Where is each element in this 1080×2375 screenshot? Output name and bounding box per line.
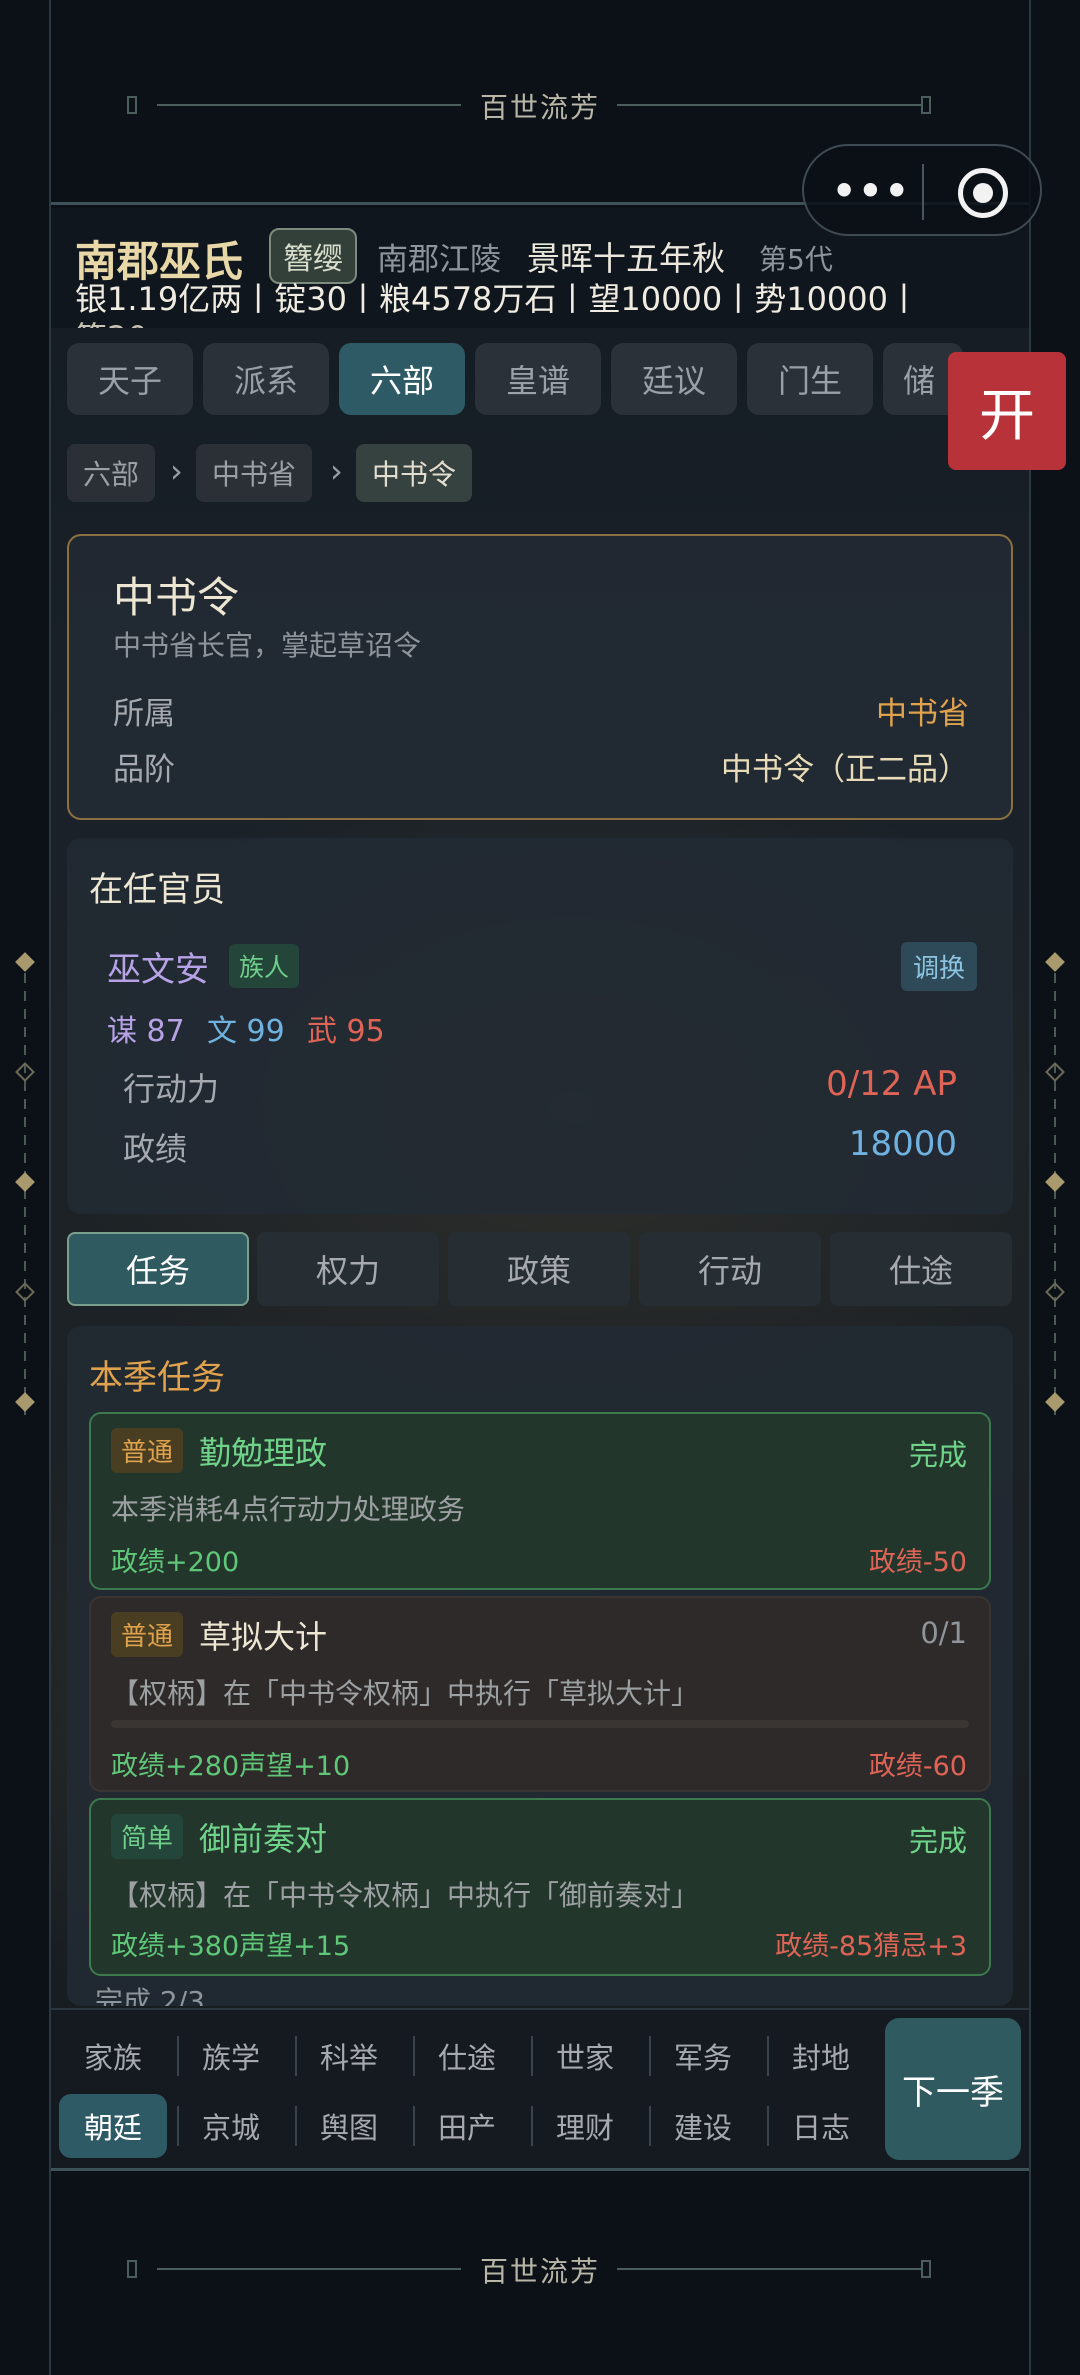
- stat-literary: 文 99: [207, 1014, 285, 1049]
- quest-item[interactable]: 简单 御前奏对 完成 【权柄】在「中书令权柄」中执行「御前奏对」 政绩+380声…: [89, 1798, 991, 1976]
- nav-log[interactable]: 日志: [767, 2094, 875, 2158]
- nav-clans[interactable]: 世家: [531, 2024, 639, 2088]
- clan-member-tag: 族人: [229, 944, 300, 988]
- office-name: 中书令: [113, 573, 240, 622]
- close-target-icon[interactable]: [958, 168, 1008, 218]
- subtab-policy[interactable]: 政策: [448, 1232, 630, 1306]
- breadcrumb-separator: ›: [170, 452, 183, 490]
- bottom-nav: 家族 族学 科举 仕途 世家 军务 封地 朝廷 京城 舆图 田产 理财 建设 日…: [51, 2008, 1029, 2168]
- quests-panel: 本季任务 普通 勤勉理政 完成 本季消耗4点行动力处理政务 政绩+200 政绩-…: [67, 1326, 1013, 2006]
- resource-bar-overflow: 策20: [75, 313, 148, 328]
- subtab-career[interactable]: 仕途: [830, 1232, 1012, 1306]
- tab-liubu[interactable]: 六部: [339, 343, 465, 415]
- officials-card: 在任官员 巫文安 族人 调换 谋 87 文 99 武 95 行动力 0/12 A…: [67, 838, 1013, 1214]
- quest-penalty: 政绩-60: [868, 1751, 967, 1782]
- quest-penalty: 政绩-85猜忌+3: [775, 1931, 967, 1962]
- ap-label: 行动力: [123, 1070, 220, 1108]
- clan-location: 南郡江陵: [377, 242, 501, 278]
- quest-difficulty-tag: 普通: [111, 1612, 184, 1657]
- breadcrumb-zhongshuling: 中书令: [356, 444, 473, 502]
- stat-martial: 武 95: [307, 1014, 385, 1049]
- official-name[interactable]: 巫文安: [107, 942, 209, 991]
- nav-map[interactable]: 舆图: [295, 2094, 403, 2158]
- merit-label: 政绩: [123, 1130, 188, 1168]
- nav-school[interactable]: 族学: [177, 2024, 285, 2088]
- tab-tingyi[interactable]: 廷议: [611, 343, 737, 415]
- office-card: 中书令 中书省长官，掌起草诏令 所属 中书省 品阶 中书令（正二品）: [67, 534, 1013, 820]
- quest-reward: 政绩+380声望+15: [111, 1931, 351, 1962]
- breadcrumb-liubu[interactable]: 六部: [67, 444, 156, 502]
- quest-status: 完成: [908, 1438, 967, 1472]
- nav-military[interactable]: 军务: [649, 2024, 757, 2088]
- quest-penalty: 政绩-50: [868, 1547, 967, 1578]
- quest-item[interactable]: 普通 勤勉理政 完成 本季消耗4点行动力处理政务 政绩+200 政绩-50: [89, 1412, 991, 1590]
- nav-exam[interactable]: 科举: [295, 2024, 403, 2088]
- tab-huangpu[interactable]: 皇谱: [475, 343, 601, 415]
- nav-fief[interactable]: 封地: [767, 2024, 875, 2088]
- more-icon[interactable]: •••: [832, 172, 911, 210]
- quest-progress-bar: [111, 1720, 969, 1728]
- era-date: 景晖十五年秋: [527, 239, 725, 278]
- bottom-title-band: 百世流芳: [51, 2168, 1029, 2375]
- app-title: 百世流芳: [479, 91, 600, 124]
- quest-summary: 完成 2/3: [95, 1985, 205, 2006]
- nav-farmland[interactable]: 田产: [413, 2094, 521, 2158]
- nav-career[interactable]: 仕途: [413, 2024, 521, 2088]
- right-ornament: [1040, 952, 1070, 1415]
- open-button[interactable]: 开: [948, 352, 1066, 470]
- tab-paixi[interactable]: 派系: [203, 343, 329, 415]
- miniprogram-capsule: •••: [802, 144, 1042, 236]
- left-ornament: [10, 952, 40, 1415]
- merit-value: 18000: [848, 1124, 957, 1164]
- quest-title: 草拟大计: [199, 1618, 328, 1656]
- quest-reward: 政绩+200: [111, 1547, 240, 1578]
- breadcrumb-zhongshusheng[interactable]: 中书省: [196, 444, 313, 502]
- subtab-action[interactable]: 行动: [639, 1232, 821, 1306]
- dept-value: 中书省: [876, 696, 969, 732]
- officials-heading: 在任官员: [89, 870, 225, 910]
- quest-description: 【权柄】在「中书令权柄」中执行「草拟大计」: [111, 1677, 700, 1710]
- dept-label: 所属: [113, 696, 175, 732]
- quest-difficulty-tag: 简单: [111, 1814, 184, 1859]
- nav-court[interactable]: 朝廷: [59, 2094, 167, 2158]
- office-description: 中书省长官，掌起草诏令: [113, 629, 422, 662]
- generation: 第5代: [759, 243, 833, 276]
- tab-mensheng[interactable]: 门生: [747, 343, 873, 415]
- subtab-power[interactable]: 权力: [257, 1232, 439, 1306]
- subtab-tasks[interactable]: 任务: [67, 1232, 249, 1306]
- quests-heading: 本季任务: [89, 1358, 225, 1398]
- breadcrumb-separator: ›: [330, 452, 343, 490]
- grade-value: 中书令（正二品）: [721, 752, 969, 788]
- nav-build[interactable]: 建设: [649, 2094, 757, 2158]
- quest-title: 勤勉理政: [199, 1434, 328, 1472]
- next-season-button[interactable]: 下一季: [885, 2018, 1021, 2160]
- quest-description: 【权柄】在「中书令权柄」中执行「御前奏对」: [111, 1879, 700, 1912]
- grade-label: 品阶: [113, 752, 175, 788]
- resource-bar: 银1.19亿两丨锭30丨粮4578万石丨望10000丨势10000丨: [75, 280, 921, 318]
- nav-family[interactable]: 家族: [59, 2024, 167, 2088]
- quest-status: 0/1: [920, 1616, 967, 1650]
- tab-tianzi[interactable]: 天子: [67, 343, 193, 415]
- nav-finance[interactable]: 理财: [531, 2094, 639, 2158]
- quest-status: 完成: [908, 1824, 967, 1858]
- ap-value: 0/12 AP: [826, 1064, 957, 1104]
- swap-button[interactable]: 调换: [900, 942, 977, 991]
- quest-description: 本季消耗4点行动力处理政务: [111, 1493, 465, 1526]
- app-title: 百世流芳: [479, 2255, 600, 2288]
- quest-item[interactable]: 普通 草拟大计 0/1 【权柄】在「中书令权柄」中执行「草拟大计」 政绩+280…: [89, 1596, 991, 1792]
- nav-capital[interactable]: 京城: [177, 2094, 285, 2158]
- stat-strategy: 谋 87: [107, 1014, 185, 1049]
- quest-title: 御前奏对: [199, 1820, 328, 1858]
- quest-difficulty-tag: 普通: [111, 1428, 184, 1473]
- quest-reward: 政绩+280声望+10: [111, 1751, 351, 1782]
